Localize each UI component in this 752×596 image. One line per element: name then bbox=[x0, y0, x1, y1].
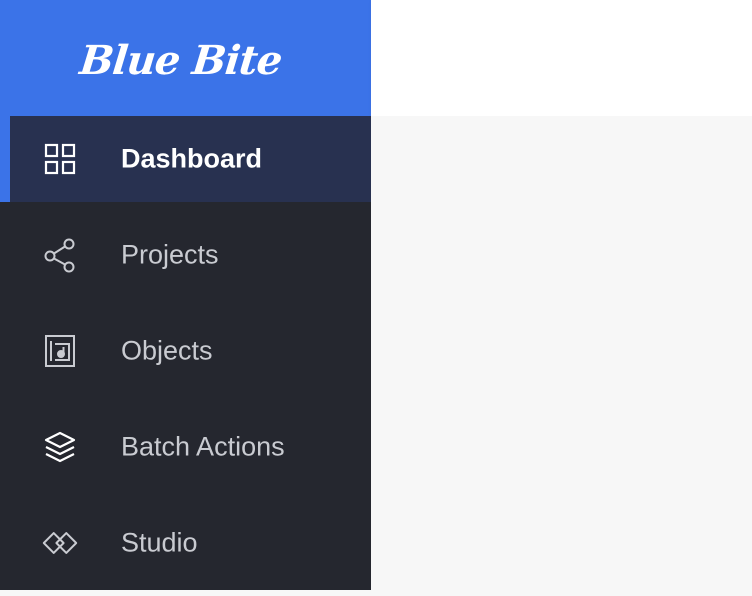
brand-logo[interactable]: Blue Bite bbox=[77, 37, 283, 84]
sidebar-item-studio[interactable]: Studio bbox=[0, 500, 371, 586]
sidebar-item-label: Dashboard bbox=[121, 143, 263, 174]
sidebar-item-projects[interactable]: Projects bbox=[0, 212, 371, 298]
diamond-link-icon bbox=[42, 525, 78, 561]
sidebar: Blue Bite Dashboard Projects Objects Bat… bbox=[0, 0, 371, 590]
sidebar-item-label: Studio bbox=[121, 527, 198, 558]
sidebar-item-batch-actions[interactable]: Batch Actions bbox=[0, 404, 371, 490]
layers-icon bbox=[42, 429, 78, 465]
grid-icon bbox=[42, 141, 78, 177]
sidebar-item-label: Batch Actions bbox=[121, 431, 285, 462]
sidebar-item-label: Projects bbox=[121, 239, 219, 270]
share-icon bbox=[42, 237, 78, 273]
sidebar-item-label: Objects bbox=[121, 335, 213, 366]
brand-header: Blue Bite bbox=[0, 0, 371, 116]
main-content bbox=[371, 116, 752, 590]
sidebar-item-objects[interactable]: Objects bbox=[0, 308, 371, 394]
top-bar bbox=[371, 0, 752, 116]
object-icon bbox=[42, 333, 78, 369]
sidebar-item-dashboard[interactable]: Dashboard bbox=[0, 116, 371, 202]
sidebar-nav: Dashboard Projects Objects Batch Actions… bbox=[0, 116, 371, 596]
